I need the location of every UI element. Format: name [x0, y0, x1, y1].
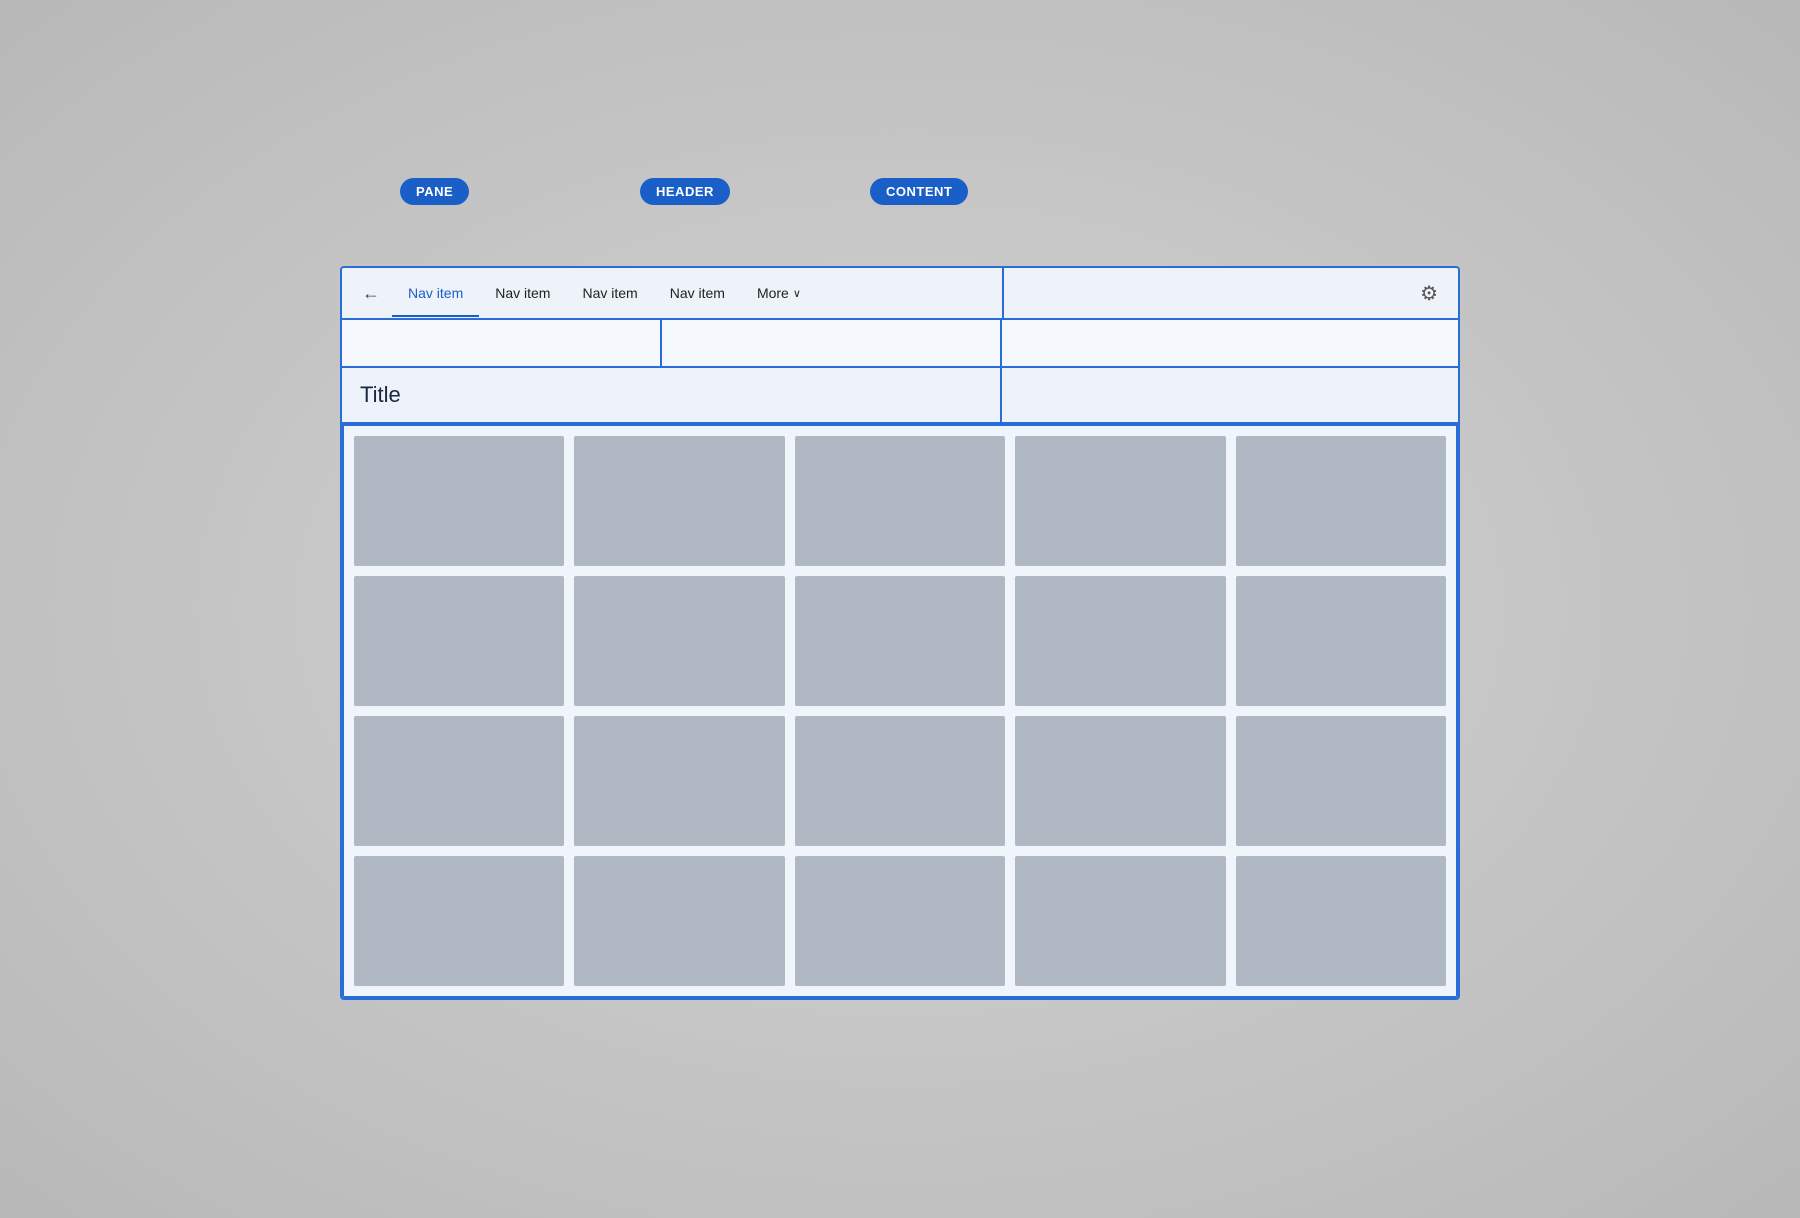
grid-cell-1-3 [795, 436, 1005, 566]
grid-cell-4-4 [1015, 856, 1225, 986]
grid-cell-3-5 [1236, 716, 1446, 846]
title-area: Title [342, 368, 1002, 422]
grid-cell-4-5 [1236, 856, 1446, 986]
nav-bar: ← Nav item Nav item Nav item Nav item Mo… [342, 268, 1458, 320]
nav-item-1-label: Nav item [408, 285, 463, 301]
title-text: Title [360, 382, 401, 407]
header-divider-cell [662, 320, 1002, 366]
content-grid [342, 424, 1458, 998]
settings-button[interactable]: ⚙ [1412, 277, 1446, 310]
section-divider-row [342, 320, 1458, 368]
content-label-text: CONTENT [886, 184, 952, 199]
nav-item-2-label: Nav item [495, 285, 550, 301]
grid-cell-3-3 [795, 716, 1005, 846]
gear-icon: ⚙ [1420, 283, 1438, 305]
pane-divider-cell [342, 320, 662, 366]
grid-cell-3-1 [354, 716, 564, 846]
pane-label-badge: PANE [400, 178, 469, 205]
nav-item-3-label: Nav item [582, 285, 637, 301]
nav-item-1[interactable]: Nav item [392, 271, 479, 315]
nav-item-4-label: Nav item [670, 285, 725, 301]
grid-cell-4-1 [354, 856, 564, 986]
grid-cell-3-4 [1015, 716, 1225, 846]
title-bar: Title [342, 368, 1458, 424]
title-right-area [1002, 368, 1458, 422]
outer-wrapper: PANE HEADER CONTENT ← Nav item Nav item … [340, 218, 1460, 1000]
back-button[interactable]: ← [354, 279, 388, 308]
grid-cell-3-2 [574, 716, 784, 846]
nav-items-container: Nav item Nav item Nav item Nav item More… [392, 271, 1412, 315]
content-grid-wrapper [342, 424, 1458, 998]
chevron-down-icon: ∨ [793, 287, 801, 300]
nav-item-more[interactable]: More ∨ [741, 271, 817, 315]
grid-cell-2-3 [795, 576, 1005, 706]
grid-cell-2-5 [1236, 576, 1446, 706]
grid-cell-2-1 [354, 576, 564, 706]
grid-cell-4-3 [795, 856, 1005, 986]
grid-cell-2-4 [1015, 576, 1225, 706]
back-icon: ← [362, 283, 380, 304]
header-label-text: HEADER [656, 184, 714, 199]
nav-item-4[interactable]: Nav item [654, 271, 741, 315]
pane-label-text: PANE [416, 184, 453, 199]
grid-cell-1-4 [1015, 436, 1225, 566]
grid-cell-1-1 [354, 436, 564, 566]
grid-cell-1-2 [574, 436, 784, 566]
more-label: More [757, 285, 789, 301]
header-label-badge: HEADER [640, 178, 730, 205]
nav-item-2[interactable]: Nav item [479, 271, 566, 315]
grid-cell-2-2 [574, 576, 784, 706]
content-label-badge: CONTENT [870, 178, 968, 205]
content-divider-cell [1002, 320, 1458, 366]
grid-cell-1-5 [1236, 436, 1446, 566]
ui-panel: ← Nav item Nav item Nav item Nav item Mo… [340, 266, 1460, 1000]
nav-item-3[interactable]: Nav item [566, 271, 653, 315]
grid-cell-4-2 [574, 856, 784, 986]
